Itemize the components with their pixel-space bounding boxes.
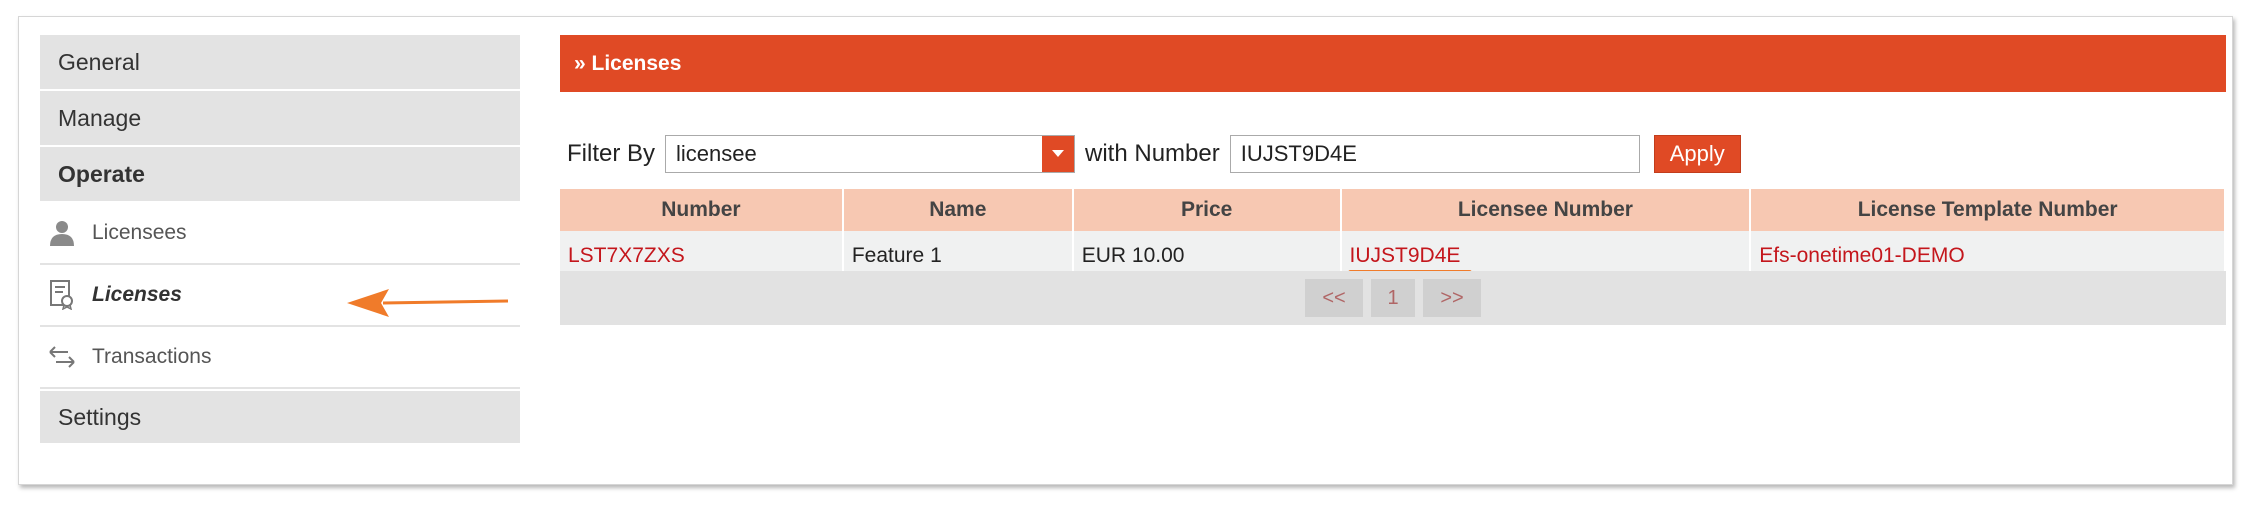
number-input[interactable]: IUJST9D4E (1229, 135, 1640, 173)
filter-select-value: licensee (676, 141, 757, 166)
filter-bar: Filter By licensee with Number IUJST9D4E… (567, 135, 1741, 173)
transfer-icon (48, 342, 76, 372)
column-header-licensee-number[interactable]: Licensee Number (1340, 189, 1752, 231)
filter-select[interactable]: licensee (665, 135, 1076, 173)
column-header-template-number[interactable]: License Template Number (1750, 189, 2226, 231)
number-input-value: IUJST9D4E (1240, 141, 1357, 166)
pagination: << 1 >> (560, 271, 2226, 325)
person-icon (48, 218, 76, 248)
nav-general[interactable]: General (40, 35, 520, 91)
sidebar-item-transactions[interactable]: Transactions (40, 327, 520, 389)
with-number-label: with Number (1085, 140, 1220, 167)
sidebar-item-label: Licenses (92, 283, 182, 306)
pager-prev-button[interactable]: << (1305, 279, 1363, 317)
licensee-number-link[interactable]: IUJST9D4E (1350, 244, 1461, 267)
licenses-table: Number Name Price Licensee Number Licens… (560, 189, 2226, 280)
nav-settings[interactable]: Settings (40, 389, 520, 445)
pager-next-button[interactable]: >> (1423, 279, 1481, 317)
main-panel: » Licenses Filter By licensee with Numbe… (560, 35, 2226, 325)
filter-label: Filter By (567, 140, 656, 167)
apply-button[interactable]: Apply (1653, 135, 1741, 173)
column-header-price[interactable]: Price (1072, 189, 1342, 231)
certificate-icon (48, 280, 76, 310)
nav-manage[interactable]: Manage (40, 91, 520, 147)
sidebar-item-licensees[interactable]: Licensees (40, 203, 520, 265)
sidebar: General Manage Operate Licensees License… (40, 35, 520, 445)
chevron-down-icon[interactable] (1042, 136, 1075, 172)
sidebar-item-label: Transactions (92, 345, 212, 368)
page-title: » Licenses (560, 35, 2226, 92)
column-header-number[interactable]: Number (560, 189, 844, 231)
table-header-row: Number Name Price Licensee Number Licens… (560, 189, 2226, 231)
sidebar-item-label: Licensees (92, 221, 187, 244)
pointer-arrow-icon (347, 289, 509, 317)
nav-operate[interactable]: Operate (40, 147, 520, 203)
pager-page-button[interactable]: 1 (1371, 279, 1415, 317)
column-header-name[interactable]: Name (842, 189, 1074, 231)
